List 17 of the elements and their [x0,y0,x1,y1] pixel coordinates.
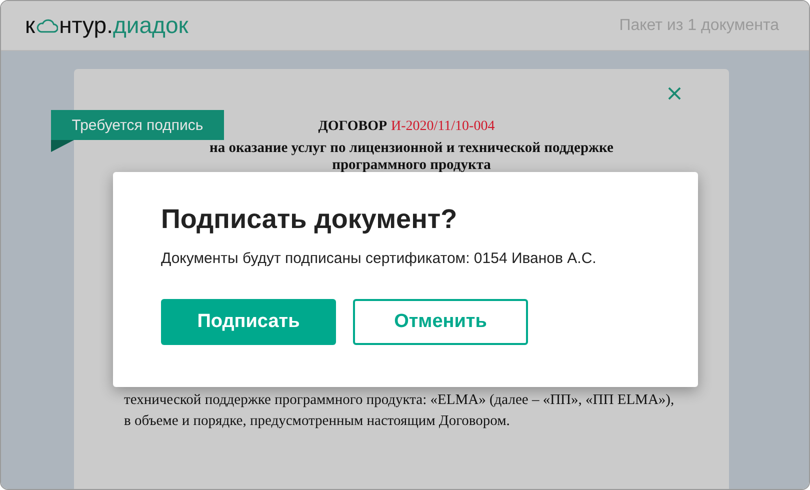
cancel-button[interactable]: Отменить [353,299,528,345]
logo-text: диадок [112,12,188,39]
dialog-title: Подписать документ? [161,203,458,236]
logo-text: к [25,12,36,39]
document-text: технической поддержке программного продукта: «ELMA» (далее – «ПП», «ПП ELMA»), [124,391,676,410]
status-ribbon: Требуется подпись [51,110,224,140]
cloud-icon [36,18,58,34]
close-icon[interactable] [668,87,681,100]
dialog-message: Документы будут подписаны сертификатом: 0154 Иванов А.С. [161,250,598,267]
document-title: ДОГОВОР [318,119,388,134]
document-subtitle: на оказание услуг по лицензионной и технической поддержке [210,140,614,157]
logo-text: нтур. [59,12,113,39]
document-subtitle: программного продукта [332,157,491,174]
sign-button[interactable]: Подписать [161,299,336,345]
document-text: в объеме и порядке, предусмотренным настоящим Договором. [124,412,511,431]
document-number: И-2020/11/10-004 [391,119,495,134]
ribbon-fold [51,140,74,152]
